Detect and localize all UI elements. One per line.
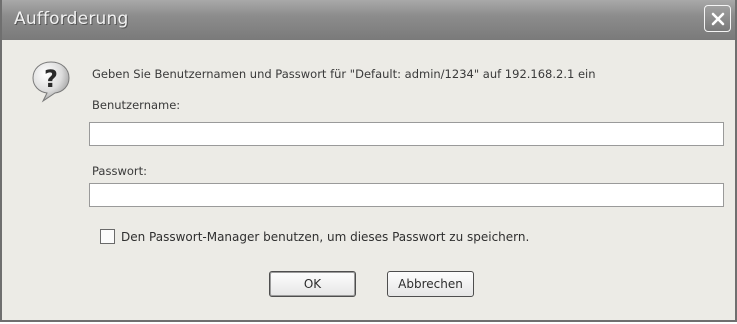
ok-button[interactable]: OK [269,271,356,297]
remember-password-option[interactable]: Den Passwort-Manager benutzen, um dieses… [100,229,529,244]
password-label: Passwort: [92,164,148,178]
remember-password-label: Den Passwort-Manager benutzen, um dieses… [121,229,530,244]
password-input[interactable] [89,183,724,207]
dialog-body: ? Geben Sie Benutzernamen und Passwort f… [2,40,735,320]
close-icon [711,12,724,25]
auth-dialog: Aufforderung ? Geben Sie Benutzernamen u… [0,0,737,322]
question-icon: ? [32,61,70,103]
title-bar[interactable]: Aufforderung [2,0,735,40]
prompt-message: Geben Sie Benutzernamen und Passwort für… [92,67,596,81]
cancel-button[interactable]: Abbrechen [387,271,474,297]
username-input[interactable] [89,122,724,146]
username-label: Benutzername: [92,98,181,112]
dialog-title: Aufforderung [14,9,129,29]
svg-text:?: ? [44,65,58,93]
close-button[interactable] [704,5,731,32]
remember-password-checkbox[interactable] [100,229,115,244]
